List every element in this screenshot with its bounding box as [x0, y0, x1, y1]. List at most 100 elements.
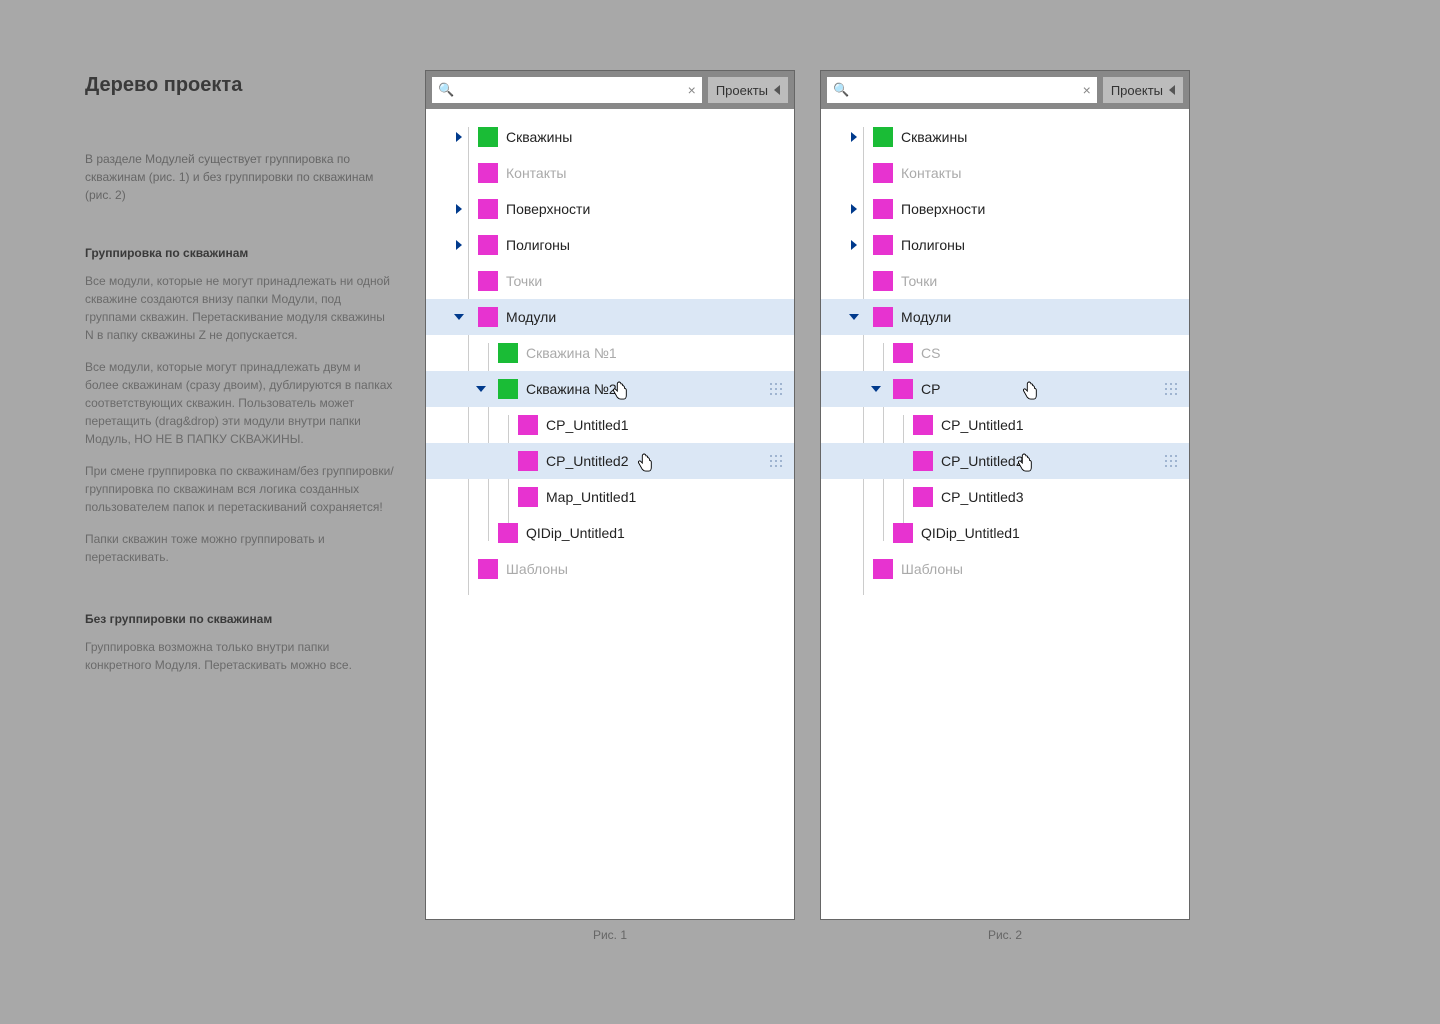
search-icon: 🔍 [833, 82, 849, 98]
project-tree-2: Скважины Контакты Поверхности Пол [821, 109, 1189, 919]
collapse-icon[interactable] [849, 314, 859, 320]
clear-icon[interactable]: × [1083, 82, 1091, 98]
folder-icon [478, 163, 498, 183]
tree-item-templates[interactable]: Шаблоны [821, 551, 1189, 587]
folder-icon [478, 271, 498, 291]
tree-item-label: CS [921, 345, 940, 361]
tree-item-cp[interactable]: CP [821, 371, 1189, 407]
tree-item-cp3[interactable]: CP_Untitled3 [821, 479, 1189, 515]
project-tree-1: Скважины Контакты Поверхности Пол [426, 109, 794, 919]
drag-handle-icon[interactable] [770, 455, 784, 467]
tree-item-contacts[interactable]: Контакты [426, 155, 794, 191]
tree-item-label: Шаблоны [901, 561, 963, 577]
tree-item-cp1[interactable]: CP_Untitled1 [821, 407, 1189, 443]
tree-item-label: Точки [506, 273, 542, 289]
folder-icon [873, 559, 893, 579]
folder-icon [873, 307, 893, 327]
tree-item-label: CP_Untitled1 [941, 417, 1024, 433]
section1-p3: При смене группировка по скважинам/без г… [85, 462, 395, 516]
tree-item-modules[interactable]: Модули [426, 299, 794, 335]
tree-item-label: CP_Untitled2 [546, 453, 629, 469]
tree-item-well1[interactable]: Скважина №1 [426, 335, 794, 371]
expand-icon[interactable] [851, 240, 857, 250]
collapse-icon[interactable] [476, 386, 486, 392]
folder-icon [478, 307, 498, 327]
projects-button-label: Проекты [716, 83, 768, 98]
panel-toolbar: 🔍 × Проекты [426, 71, 794, 109]
expand-icon[interactable] [851, 132, 857, 142]
section1-p4: Папки скважин тоже можно группировать и … [85, 530, 395, 566]
cursor-hand-icon [1021, 381, 1039, 401]
tree-item-label: Модули [901, 309, 951, 325]
expand-icon[interactable] [851, 204, 857, 214]
folder-icon [498, 379, 518, 399]
search-icon: 🔍 [438, 82, 454, 98]
expand-icon[interactable] [456, 132, 462, 142]
tree-item-label: Скважина №2 [526, 381, 617, 397]
tree-item-label: QIDip_Untitled1 [526, 525, 625, 541]
tree-item-cp2[interactable]: CP_Untitled2 [426, 443, 794, 479]
module-icon [913, 451, 933, 471]
caret-left-icon [1169, 85, 1175, 95]
tree-item-qidip[interactable]: QIDip_Untitled1 [426, 515, 794, 551]
intro-paragraph: В разделе Модулей существует группировка… [85, 150, 395, 204]
section1-p2: Все модули, которые могут принадлежать д… [85, 358, 395, 448]
tree-item-wells[interactable]: Скважины [821, 119, 1189, 155]
tree-item-label: Модули [506, 309, 556, 325]
tree-item-well2[interactable]: Скважина №2 [426, 371, 794, 407]
expand-icon[interactable] [456, 204, 462, 214]
search-input-wrap[interactable]: 🔍 × [827, 77, 1097, 103]
module-icon [893, 523, 913, 543]
section-heading-grouped: Группировка по скважинам [85, 244, 395, 262]
section-heading-ungrouped: Без группировки по скважинам [85, 610, 395, 628]
search-input-wrap[interactable]: 🔍 × [432, 77, 702, 103]
tree-item-label: Поверхности [901, 201, 985, 217]
collapse-icon[interactable] [454, 314, 464, 320]
search-input[interactable] [853, 83, 1078, 98]
tree-item-label: Полигоны [901, 237, 965, 253]
drag-handle-icon[interactable] [1165, 383, 1179, 395]
clear-icon[interactable]: × [688, 82, 696, 98]
tree-item-cp1[interactable]: CP_Untitled1 [426, 407, 794, 443]
page-title: Дерево проекта [85, 70, 395, 100]
tree-item-cs[interactable]: CS [821, 335, 1189, 371]
tree-item-map1[interactable]: Map_Untitled1 [426, 479, 794, 515]
tree-item-polygons[interactable]: Полигоны [426, 227, 794, 263]
tree-item-qidip[interactable]: QIDip_Untitled1 [821, 515, 1189, 551]
tree-item-wells[interactable]: Скважины [426, 119, 794, 155]
drag-handle-icon[interactable] [770, 383, 784, 395]
tree-item-label: CP_Untitled1 [546, 417, 629, 433]
expand-icon[interactable] [456, 240, 462, 250]
search-input[interactable] [458, 83, 683, 98]
tree-item-surfaces[interactable]: Поверхности [426, 191, 794, 227]
tree-panel-2: 🔍 × Проекты Ск [820, 70, 1190, 920]
collapse-icon[interactable] [871, 386, 881, 392]
projects-button[interactable]: Проекты [708, 77, 788, 103]
cursor-hand-icon [636, 453, 654, 473]
tree-panel-1: 🔍 × Проекты [425, 70, 795, 920]
tree-item-points[interactable]: Точки [821, 263, 1189, 299]
folder-icon [478, 235, 498, 255]
section2-p1: Группировка возможна только внутри папки… [85, 638, 395, 674]
module-icon [518, 487, 538, 507]
folder-icon [873, 271, 893, 291]
drag-handle-icon[interactable] [1165, 455, 1179, 467]
tree-item-points[interactable]: Точки [426, 263, 794, 299]
tree-item-contacts[interactable]: Контакты [821, 155, 1189, 191]
tree-item-modules[interactable]: Модули [821, 299, 1189, 335]
tree-item-polygons[interactable]: Полигоны [821, 227, 1189, 263]
tree-item-label: Полигоны [506, 237, 570, 253]
tree-item-surfaces[interactable]: Поверхности [821, 191, 1189, 227]
projects-button[interactable]: Проекты [1103, 77, 1183, 103]
folder-icon [893, 379, 913, 399]
spec-text: Дерево проекта В разделе Модулей существ… [85, 70, 395, 942]
tree-item-label: Скважина №1 [526, 345, 617, 361]
folder-icon [873, 163, 893, 183]
caret-left-icon [774, 85, 780, 95]
module-icon [518, 451, 538, 471]
tree-item-templates[interactable]: Шаблоны [426, 551, 794, 587]
tree-item-cp2[interactable]: CP_Untitled2 [821, 443, 1189, 479]
projects-button-label: Проекты [1111, 83, 1163, 98]
folder-icon [873, 127, 893, 147]
folder-icon [893, 343, 913, 363]
